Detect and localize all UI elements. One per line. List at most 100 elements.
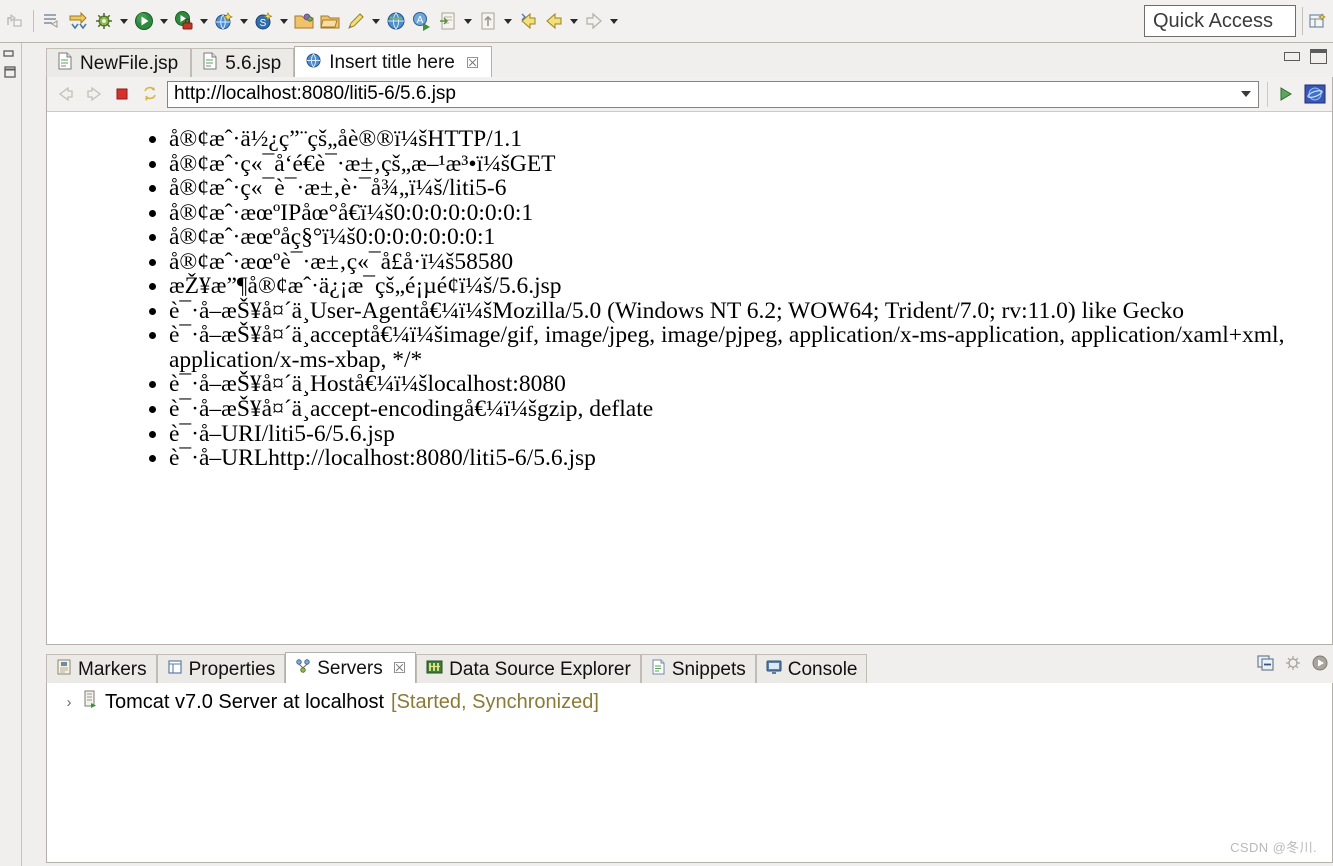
tab-data-source-explorer[interactable]: Data Source Explorer xyxy=(416,654,641,684)
server-icon xyxy=(82,690,98,714)
pencil-icon[interactable] xyxy=(343,6,369,36)
tab-properties[interactable]: Properties xyxy=(156,654,286,684)
run-secure-icon[interactable] xyxy=(171,6,197,36)
bottom-view-panel: Markers Properties Servers ☒ Data Source… xyxy=(22,648,1333,866)
bottom-tab-label: Markers xyxy=(78,658,147,680)
run-panel-icon[interactable] xyxy=(1311,654,1329,677)
web-browser-icon xyxy=(305,52,322,75)
quick-access-separator xyxy=(1302,7,1303,35)
back-yellow-icon[interactable] xyxy=(515,6,541,36)
close-icon[interactable]: ☒ xyxy=(393,661,406,676)
maximize-editor-icon[interactable] xyxy=(1310,49,1327,64)
search-money-icon[interactable]: S xyxy=(251,6,277,36)
bottom-tab-label: Properties xyxy=(188,658,276,680)
upload-dropdown-arrow[interactable] xyxy=(501,6,515,36)
next-dropdown-arrow[interactable] xyxy=(607,6,621,36)
editor-tab-56jsp[interactable]: 5.6.jsp xyxy=(191,48,295,79)
editor-tab-newfile[interactable]: NewFile.jsp xyxy=(46,48,192,79)
list-item: å®¢æˆ·ä½¿ç”¨çš„åè®®ï¼šHTTP/1.1 xyxy=(169,127,1332,152)
eclipse-ide-window: S A Quick Access NewFile.jsp 5.6.jsp Ins… xyxy=(0,0,1333,866)
left-strip-buttons xyxy=(1,45,19,80)
servers-view-body: › Tomcat v7.0 Server at localhost [Start… xyxy=(46,683,1333,863)
markers-icon xyxy=(56,659,72,681)
editor-tabbar-filler xyxy=(492,48,1333,79)
server-list-item[interactable]: › Tomcat v7.0 Server at localhost [Start… xyxy=(55,688,1332,714)
refresh-icon[interactable] xyxy=(139,83,161,105)
tab-console[interactable]: Console xyxy=(755,654,868,684)
tab-snippets[interactable]: Snippets xyxy=(640,654,756,684)
close-icon[interactable]: ☒ xyxy=(466,56,479,71)
prev-annotation-icon[interactable] xyxy=(541,6,567,36)
main-toolbar: S A Quick Access xyxy=(0,0,1333,43)
stop-icon[interactable] xyxy=(111,83,133,105)
restore-view-icon[interactable] xyxy=(1,45,19,61)
web-globe-icon[interactable] xyxy=(383,6,409,36)
editor-area: NewFile.jsp 5.6.jsp Insert title here ☒ … xyxy=(22,43,1333,648)
list-item: è¯·å–URLhttp://localhost:8080/liti5-6/5.… xyxy=(169,446,1332,471)
bottom-tab-label: Console xyxy=(787,658,858,680)
open-external-browser-icon[interactable] xyxy=(1304,83,1326,105)
quick-access-input[interactable]: Quick Access xyxy=(1144,5,1296,37)
editor-tab-label: NewFile.jsp xyxy=(80,53,179,74)
back-icon[interactable] xyxy=(55,83,77,105)
list-item: å®¢æˆ·ç«¯è¯·æ±‚è·¯å¾„ï¼š/liti5-6 xyxy=(169,176,1332,201)
editor-window-controls xyxy=(1284,49,1327,64)
debug-panel-icon[interactable] xyxy=(1284,654,1302,677)
list-item: å®¢æˆ·æœºIPåœ°å€ï¼š0:0:0:0:0:0:0:1 xyxy=(169,201,1332,226)
debug-dropdown-arrow[interactable] xyxy=(117,6,131,36)
urlbar-separator xyxy=(1267,81,1268,107)
chevron-down-icon[interactable] xyxy=(1241,91,1251,97)
maximize-view-icon[interactable] xyxy=(1,64,19,80)
pencil-dropdown-arrow[interactable] xyxy=(369,6,383,36)
bottom-panel-controls xyxy=(1257,654,1329,677)
run-icon[interactable] xyxy=(131,6,157,36)
new-wizard-icon[interactable] xyxy=(39,6,65,36)
debug-icon[interactable] xyxy=(91,6,117,36)
open-browser-dropdown-arrow[interactable] xyxy=(237,6,251,36)
annotation-icon[interactable] xyxy=(435,6,461,36)
list-item: æŽ¥æ”¶å®¢æˆ·ä¿¡æ¯çš„é¡µé¢ï¼š/5.6.jsp xyxy=(169,274,1332,299)
run-secure-dropdown-arrow[interactable] xyxy=(197,6,211,36)
folder-icon[interactable] xyxy=(317,6,343,36)
properties-icon xyxy=(167,659,183,681)
list-item: å®¢æˆ·ç«¯å‘é€è¯·æ±‚çš„æ–¹æ³•ï¼šGET xyxy=(169,151,1332,177)
minimize-editor-icon[interactable] xyxy=(1284,52,1300,61)
expand-twisty-icon[interactable]: › xyxy=(63,694,75,711)
validate-icon[interactable]: A xyxy=(409,6,435,36)
next-annotation-icon[interactable] xyxy=(581,6,607,36)
editor-tab-insert-title-here[interactable]: Insert title here ☒ xyxy=(294,46,493,79)
minimize-panel-icon[interactable] xyxy=(1257,654,1275,677)
servers-icon xyxy=(295,658,311,680)
prev-dropdown-arrow[interactable] xyxy=(567,6,581,36)
upload-icon[interactable] xyxy=(475,6,501,36)
jsp-file-icon xyxy=(57,52,73,76)
request-info-list: å®¢æˆ·ä½¿ç”¨çš„åè®®ï¼šHTTP/1.1 å®¢æˆ·ç«¯… xyxy=(47,127,1332,471)
run-dropdown-arrow[interactable] xyxy=(157,6,171,36)
editor-tab-label: 5.6.jsp xyxy=(225,53,282,74)
editor-tab-bar: NewFile.jsp 5.6.jsp Insert title here ☒ xyxy=(46,46,1333,79)
search-money-dropdown-arrow[interactable] xyxy=(277,6,291,36)
toolbar-separator xyxy=(33,10,34,32)
annotation-dropdown-arrow[interactable] xyxy=(461,6,475,36)
forward-icon[interactable] xyxy=(83,83,105,105)
open-folder-icon[interactable] xyxy=(291,6,317,36)
datasource-icon xyxy=(426,659,443,681)
edit-undo-icon[interactable] xyxy=(2,6,28,36)
server-name: Tomcat v7.0 Server at localhost xyxy=(105,690,385,713)
editor-tab-label: Insert title here xyxy=(329,52,455,73)
internal-web-browser: http://localhost:8080/liti5-6/5.6.jsp • … xyxy=(46,77,1333,645)
url-text: http://localhost:8080/liti5-6/5.6.jsp xyxy=(174,83,457,104)
open-browser-icon[interactable] xyxy=(211,6,237,36)
bottom-tab-label: Snippets xyxy=(671,658,746,680)
export-icon[interactable] xyxy=(65,6,91,36)
go-icon[interactable] xyxy=(1276,83,1298,105)
bottom-tab-bar: Markers Properties Servers ☒ Data Source… xyxy=(46,652,1333,684)
tab-markers[interactable]: Markers xyxy=(46,654,157,684)
open-perspective-icon[interactable] xyxy=(1305,8,1331,34)
list-item: å®¢æˆ·æœºè¯·æ±‚ç«¯å£å·ï¼š58580 xyxy=(169,250,1332,275)
url-input[interactable]: http://localhost:8080/liti5-6/5.6.jsp xyxy=(167,80,1259,108)
tab-servers[interactable]: Servers ☒ xyxy=(285,652,417,684)
list-item: å®¢æˆ·æœºåç§°ï¼š0:0:0:0:0:0:0:1 xyxy=(169,225,1332,250)
list-item: è¯·å–æŠ¥å¤´ä¸­acceptå€¼ï¼šimage/gif, ima… xyxy=(169,323,1332,372)
list-item: è¯·å–æŠ¥å¤´ä¸­Hostå€¼ï¼šlocalhost:8080 xyxy=(169,372,1332,397)
